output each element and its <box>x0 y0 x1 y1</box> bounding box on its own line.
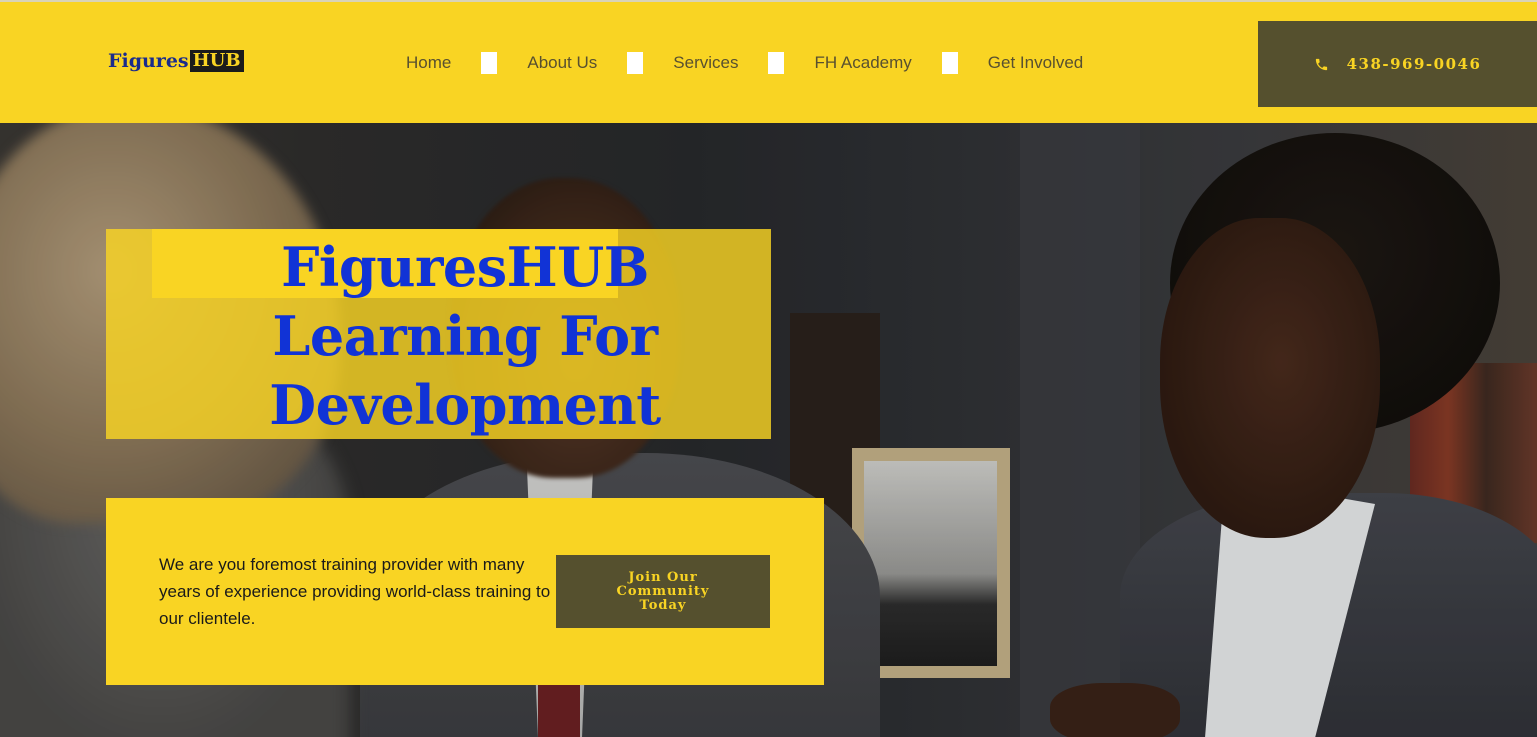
main-nav: Home About Us Services FH Academy Get In… <box>406 52 1083 74</box>
hero-title-box: FiguresHUB Learning For Development <box>106 229 771 439</box>
phone-icon <box>1315 58 1327 70</box>
hero-title: FiguresHUB Learning For Development <box>106 233 824 440</box>
nav-separator <box>941 52 958 74</box>
site-logo[interactable]: Figures HUB <box>108 50 244 72</box>
hero-title-line-3: Development <box>269 373 661 437</box>
nav-about-us[interactable]: About Us <box>527 52 597 74</box>
nav-services[interactable]: Services <box>673 52 738 74</box>
hero-description: We are you foremost training provider wi… <box>159 555 551 628</box>
hero-title-line-1: FiguresHUB <box>281 235 649 299</box>
site-header: Figures HUB Home About Us Services FH Ac… <box>0 0 1537 123</box>
logo-text-hub: HUB <box>189 50 244 72</box>
nav-separator <box>627 52 644 74</box>
logo-text-figures: Figures <box>108 50 189 72</box>
nav-get-involved[interactable]: Get Involved <box>988 52 1083 74</box>
phone-number: 438-969-0046 <box>1346 55 1482 73</box>
hero-section: FiguresHUB Learning For Development We a… <box>0 123 1537 737</box>
join-community-button[interactable]: Join Our Community Today <box>556 555 770 628</box>
nav-separator <box>768 52 785 74</box>
nav-fh-academy[interactable]: FH Academy <box>814 52 911 74</box>
join-community-label: Join Our Community Today <box>616 569 710 613</box>
hero-info-box: We are you foremost training provider wi… <box>106 498 824 685</box>
hero-title-line-2: Learning For <box>272 304 658 368</box>
nav-home[interactable]: Home <box>406 52 451 74</box>
phone-button[interactable]: 438-969-0046 <box>1258 21 1537 107</box>
nav-separator <box>481 52 498 74</box>
